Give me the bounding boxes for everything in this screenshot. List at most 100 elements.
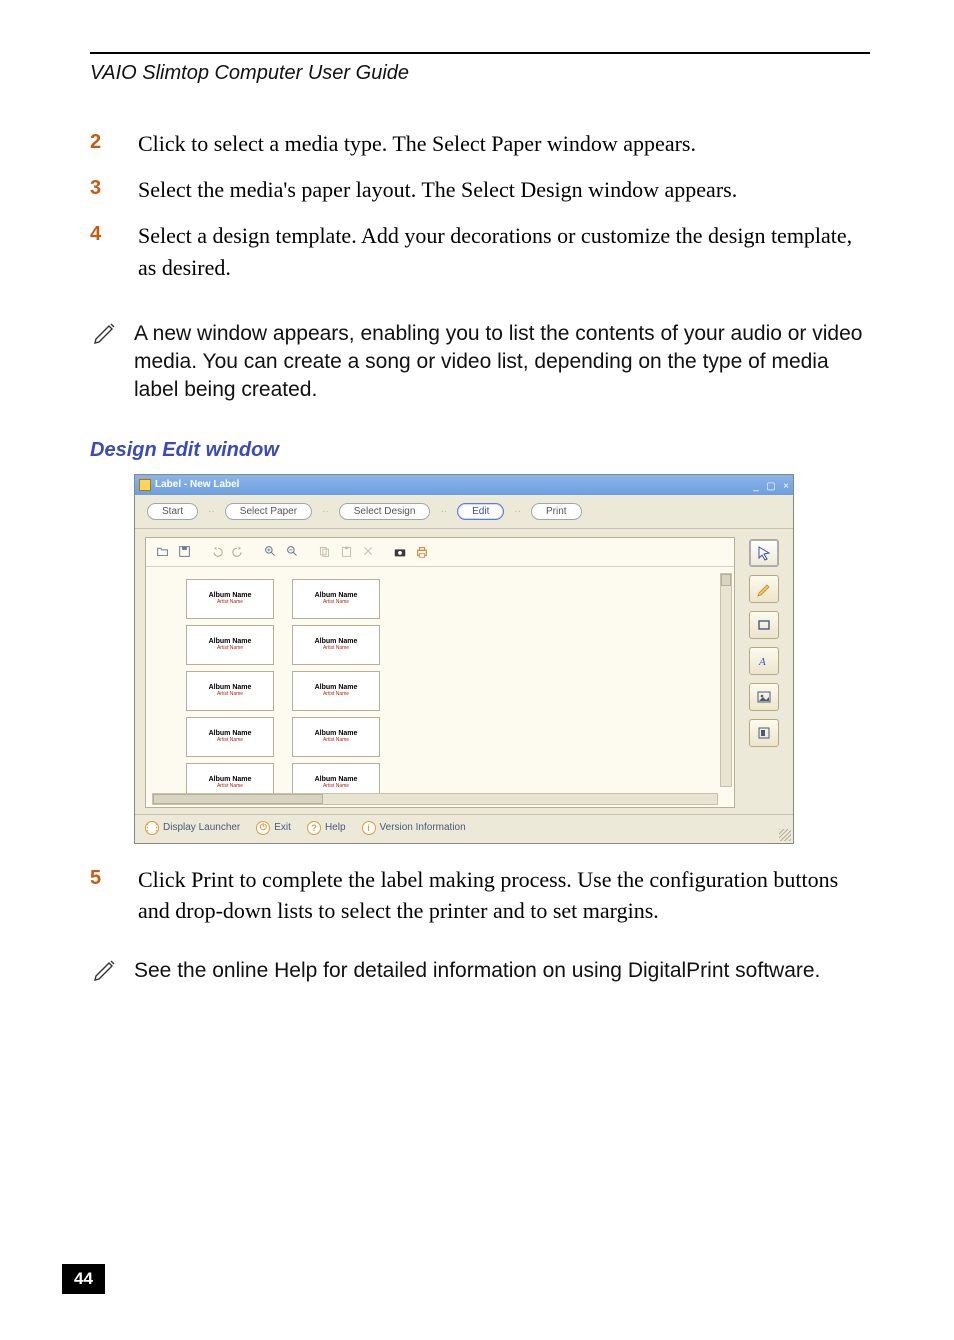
help-label: Help (325, 822, 346, 833)
window-titlebar: Label - New Label _ ▢ × (135, 475, 793, 495)
launcher-icon: ⋮⋮ (145, 821, 159, 835)
wizard-stepbar: Start ·· Select Paper ·· Select Design ·… (135, 495, 793, 529)
horizontal-scrollbar[interactable] (152, 793, 718, 805)
step-number: 4 (90, 220, 110, 284)
step-select-design[interactable]: Select Design (339, 503, 431, 520)
label-card[interactable]: Album NameArtist Name (292, 579, 380, 619)
header-title: VAIO Slimtop Computer User Guide (90, 62, 409, 85)
window-title: Label - New Label (155, 479, 239, 490)
paste-icon[interactable] (338, 544, 354, 560)
step-5: 5 Click Print to complete the label maki… (90, 864, 870, 928)
note-icon (90, 957, 120, 985)
align-tool[interactable] (749, 719, 779, 747)
copy-icon[interactable] (316, 544, 332, 560)
redo-icon[interactable] (230, 544, 246, 560)
section-subtitle: Design Edit window (90, 439, 870, 462)
zoom-out-icon[interactable] (284, 544, 300, 560)
step-number: 2 (90, 128, 110, 160)
image-tool[interactable] (749, 683, 779, 711)
step-sep: ·· (208, 506, 215, 517)
step-2: 2 Click to select a media type. The Sele… (90, 128, 870, 160)
label-card[interactable]: Album NameArtist Name (186, 625, 274, 665)
vertical-scrollbar[interactable] (720, 573, 732, 787)
select-tool[interactable] (749, 539, 779, 567)
help-button[interactable]: ? Help (307, 821, 346, 835)
content-area: 2 Click to select a media type. The Sele… (90, 128, 870, 986)
scroll-thumb[interactable] (721, 574, 731, 586)
page-root: { "header": { "title": "VAIO Slimtop Com… (0, 0, 954, 1340)
scroll-thumb[interactable] (153, 794, 323, 804)
display-launcher-label: Display Launcher (163, 822, 240, 833)
artist-name-label: Artist Name (323, 784, 349, 790)
exit-label: Exit (274, 822, 291, 833)
note-text: A new window appears, enabling you to li… (134, 320, 870, 405)
zoom-in-icon[interactable] (262, 544, 278, 560)
artist-name-label: Artist Name (217, 646, 243, 652)
exit-icon: ⏻ (256, 821, 270, 835)
step-4: 4 Select a design template. Add your dec… (90, 220, 870, 284)
step-number: 3 (90, 174, 110, 206)
canvas-frame: Album NameArtist Name Album NameArtist N… (145, 537, 735, 808)
note-block-2: See the online Help for detailed informa… (90, 957, 870, 985)
version-info-button[interactable]: i Version Information (362, 821, 466, 835)
artist-name-label: Artist Name (323, 692, 349, 698)
step-select-paper[interactable]: Select Paper (225, 503, 312, 520)
minimize-button[interactable]: _ (753, 481, 759, 492)
note-icon (90, 320, 120, 405)
open-icon[interactable] (154, 544, 170, 560)
editor-canvas: Album NameArtist Name Album NameArtist N… (146, 567, 734, 807)
editor-body: Album NameArtist Name Album NameArtist N… (135, 529, 793, 814)
save-icon[interactable] (176, 544, 192, 560)
step-print[interactable]: Print (531, 503, 582, 520)
label-card[interactable]: Album NameArtist Name (186, 579, 274, 619)
step-text: Click to select a media type. The Select… (138, 128, 696, 160)
note-text: See the online Help for detailed informa… (134, 957, 820, 985)
window-footer: ⋮⋮ Display Launcher ⏻ Exit ? Help i Version … (135, 814, 793, 843)
artist-name-label: Artist Name (323, 646, 349, 652)
note-block-1: A new window appears, enabling you to li… (90, 320, 870, 405)
cut-icon[interactable] (360, 544, 376, 560)
artist-name-label: Artist Name (323, 738, 349, 744)
screenshot-figure: Label - New Label _ ▢ × Start ·· Select … (134, 474, 794, 844)
step-text: Select the media's paper layout. The Sel… (138, 174, 737, 206)
step-sep: ·· (514, 506, 521, 517)
camera-icon[interactable] (392, 544, 408, 560)
window-ctrls: _ ▢ × (750, 476, 789, 494)
info-icon: i (362, 821, 376, 835)
undo-icon[interactable] (208, 544, 224, 560)
artist-name-label: Artist Name (217, 600, 243, 606)
step-sep: ·· (322, 506, 329, 517)
close-button[interactable]: × (783, 481, 789, 492)
label-card[interactable]: Album NameArtist Name (292, 625, 380, 665)
artist-name-label: Artist Name (217, 738, 243, 744)
version-label: Version Information (380, 822, 466, 833)
label-card[interactable]: Album NameArtist Name (292, 671, 380, 711)
app-icon (139, 479, 151, 491)
step-text: Select a design template. Add your decor… (138, 220, 870, 284)
text-tool[interactable]: A (749, 647, 779, 675)
step-number: 5 (90, 864, 110, 928)
tool-palette: A (745, 537, 783, 808)
maximize-button[interactable]: ▢ (766, 481, 775, 492)
display-launcher-button[interactable]: ⋮⋮ Display Launcher (145, 821, 240, 835)
pencil-tool[interactable] (749, 575, 779, 603)
label-card[interactable]: Album NameArtist Name (186, 717, 274, 757)
artist-name-label: Artist Name (217, 784, 243, 790)
rectangle-tool[interactable] (749, 611, 779, 639)
artist-name-label: Artist Name (217, 692, 243, 698)
svg-text:A: A (758, 656, 766, 668)
label-card[interactable]: Album NameArtist Name (186, 671, 274, 711)
artist-name-label: Artist Name (323, 600, 349, 606)
step-edit[interactable]: Edit (457, 503, 504, 520)
step-sep: ·· (440, 506, 447, 517)
step-text: Click Print to complete the label making… (138, 864, 870, 928)
resize-grip[interactable] (779, 829, 791, 841)
exit-button[interactable]: ⏻ Exit (256, 821, 291, 835)
labels-grid: Album NameArtist Name Album NameArtist N… (186, 579, 724, 803)
print-icon[interactable] (414, 544, 430, 560)
step-start[interactable]: Start (147, 503, 198, 520)
label-card[interactable]: Album NameArtist Name (292, 717, 380, 757)
help-icon: ? (307, 821, 321, 835)
app-window: Label - New Label _ ▢ × Start ·· Select … (134, 474, 794, 844)
header-rule (90, 52, 870, 54)
